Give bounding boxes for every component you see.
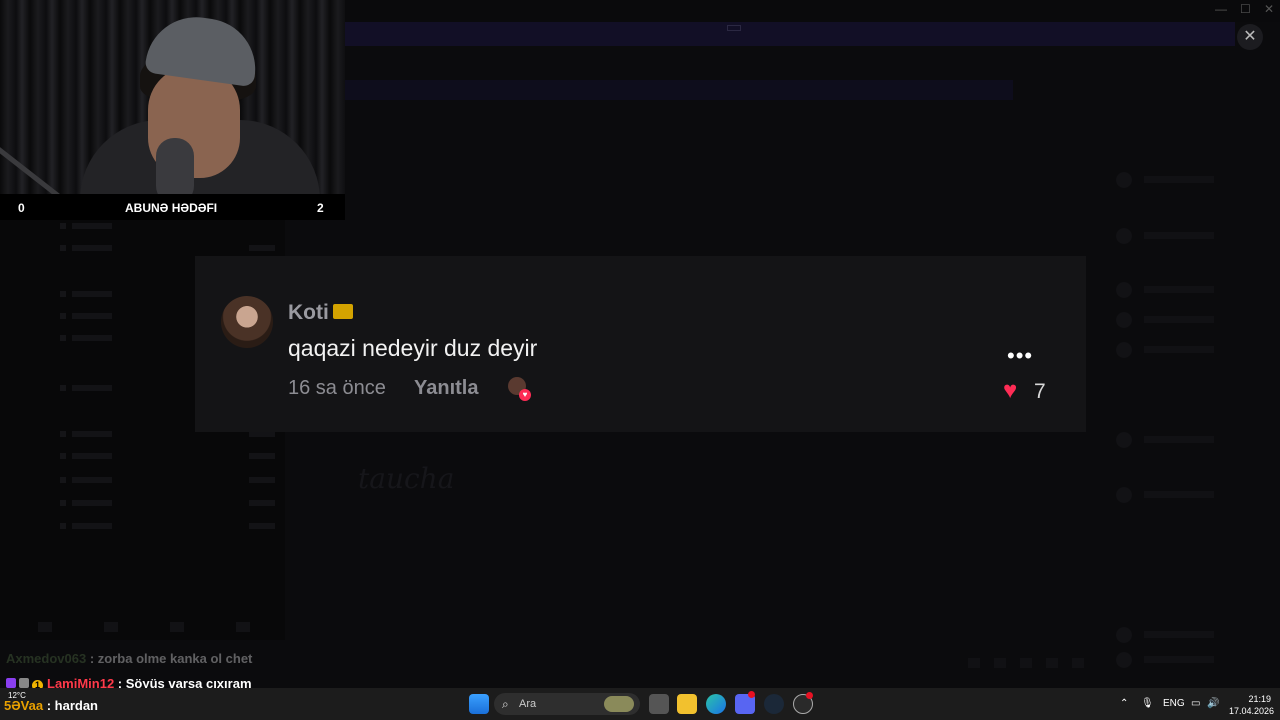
member-item[interactable] bbox=[1116, 280, 1266, 300]
search-placeholder: Ara bbox=[519, 698, 537, 710]
minimize-button[interactable]: — bbox=[1215, 2, 1227, 16]
chat-username: 5ƏVaa bbox=[4, 698, 44, 713]
member-item[interactable] bbox=[1116, 226, 1266, 246]
settings-icon[interactable] bbox=[236, 622, 250, 632]
badge-icon bbox=[19, 678, 29, 688]
microphone bbox=[156, 138, 194, 194]
date: 17.04.2026 bbox=[1229, 706, 1275, 716]
subscriber-goal-bar: 0 ABUNƏ HƏDƏFI 2 bbox=[0, 194, 345, 220]
chat-message: Axmedov063 : zorba olme kanka ol chet bbox=[6, 651, 253, 666]
heart-icon[interactable]: ♥ bbox=[1003, 378, 1017, 404]
comment-timestamp: 16 sa önce bbox=[288, 377, 386, 399]
chat-text: zorba olme kanka ol chet bbox=[97, 651, 253, 666]
toolbar-icon[interactable] bbox=[1046, 658, 1058, 668]
channel-item[interactable] bbox=[60, 242, 275, 254]
member-item[interactable] bbox=[1116, 340, 1266, 360]
search-icon: ⌕ bbox=[502, 697, 509, 711]
task-view-icon[interactable] bbox=[649, 694, 669, 714]
language-indicator[interactable]: ENG bbox=[1163, 698, 1185, 709]
chevron-up-icon[interactable]: ⌃ bbox=[1120, 698, 1128, 709]
member-item[interactable] bbox=[1116, 485, 1266, 505]
mic-icon[interactable] bbox=[38, 622, 52, 632]
reply-button[interactable]: Yanıtla bbox=[414, 377, 478, 400]
cat-emoji-icon bbox=[332, 303, 353, 319]
chat-username: Axmedov063 bbox=[6, 651, 87, 666]
comment-card: Koti qaqazi nedeyir duz deyir 16 sa önce… bbox=[195, 256, 1086, 432]
grid-icon[interactable] bbox=[170, 622, 184, 632]
toolbar-icon[interactable] bbox=[968, 658, 980, 668]
notification-badge bbox=[806, 692, 813, 699]
comment-text: qaqazi nedeyir duz deyir bbox=[288, 335, 538, 361]
creator-liked-badge: ♥ bbox=[508, 377, 532, 401]
sub-badge-icon bbox=[6, 678, 16, 688]
search-highlight-image bbox=[604, 696, 634, 712]
voice-channel-item[interactable] bbox=[60, 520, 275, 532]
member-item[interactable] bbox=[1116, 170, 1266, 190]
volume-icon[interactable]: 🔊 bbox=[1207, 698, 1219, 709]
headphones-icon[interactable] bbox=[104, 622, 118, 632]
username-text: Koti bbox=[288, 301, 329, 324]
chat-message: 5ƏVaa : hardan bbox=[4, 698, 98, 713]
chat-text: hardan bbox=[54, 698, 98, 713]
discord-icon[interactable] bbox=[735, 691, 755, 714]
toolbar-icon[interactable] bbox=[994, 658, 1006, 668]
member-item[interactable] bbox=[1116, 430, 1266, 450]
member-item[interactable] bbox=[1116, 650, 1266, 670]
channel-item[interactable] bbox=[60, 220, 275, 232]
app-icon[interactable] bbox=[793, 692, 813, 714]
commenter-username[interactable]: Koti bbox=[288, 301, 353, 325]
overlay-close-button[interactable]: ✕ bbox=[1237, 24, 1263, 50]
heart-icon: ♥ bbox=[519, 389, 531, 401]
file-explorer-icon[interactable] bbox=[677, 694, 697, 714]
toolbar-icon[interactable] bbox=[1020, 658, 1032, 668]
channel-header bbox=[345, 52, 1010, 74]
banner-button[interactable] bbox=[727, 25, 741, 31]
sub-goal-target: 2 bbox=[317, 201, 324, 215]
steam-icon[interactable] bbox=[764, 694, 784, 714]
more-dots-icon[interactable]: ••• bbox=[1007, 345, 1033, 367]
mic-icon[interactable]: 🎙 bbox=[1141, 698, 1154, 709]
sub-goal-current: 0 bbox=[18, 201, 25, 215]
clock[interactable]: 21:19 17.04.2026 bbox=[1229, 693, 1275, 717]
voice-channel-item[interactable] bbox=[60, 450, 275, 462]
taskbar-search[interactable]: ⌕ Ara bbox=[494, 693, 640, 715]
background-banner bbox=[345, 22, 1235, 46]
edge-icon[interactable] bbox=[706, 694, 726, 714]
maximize-button[interactable]: ☐ bbox=[1240, 2, 1251, 16]
window-close-button[interactable]: ✕ bbox=[1264, 2, 1274, 16]
background-logo: taucha bbox=[358, 462, 455, 495]
toolbar-icon[interactable] bbox=[1072, 658, 1084, 668]
like-count: 7 bbox=[1034, 380, 1046, 403]
taskbar: 12°C 5ƏVaa : hardan ⌕ Ara ⌃ 🎙 ENG ▭ 🔊 21… bbox=[0, 688, 1280, 720]
time: 21:19 bbox=[1248, 694, 1271, 704]
network-icon[interactable]: ▭ bbox=[1191, 698, 1200, 709]
voice-channel-item[interactable] bbox=[60, 497, 275, 509]
voice-channel-item[interactable] bbox=[60, 474, 275, 486]
notification-badge bbox=[748, 691, 755, 698]
member-item[interactable] bbox=[1116, 625, 1266, 645]
webcam-feed bbox=[0, 0, 345, 194]
sub-goal-label: ABUNƏ HƏDƏFI bbox=[125, 201, 218, 215]
member-list bbox=[1110, 160, 1280, 680]
commenter-avatar[interactable] bbox=[221, 296, 273, 348]
mic-arm bbox=[0, 140, 94, 194]
member-item[interactable] bbox=[1116, 310, 1266, 330]
start-icon[interactable] bbox=[469, 694, 489, 714]
pinned-bar bbox=[345, 80, 1013, 100]
background-titlebar: — ☐ ✕ bbox=[345, 0, 1280, 22]
